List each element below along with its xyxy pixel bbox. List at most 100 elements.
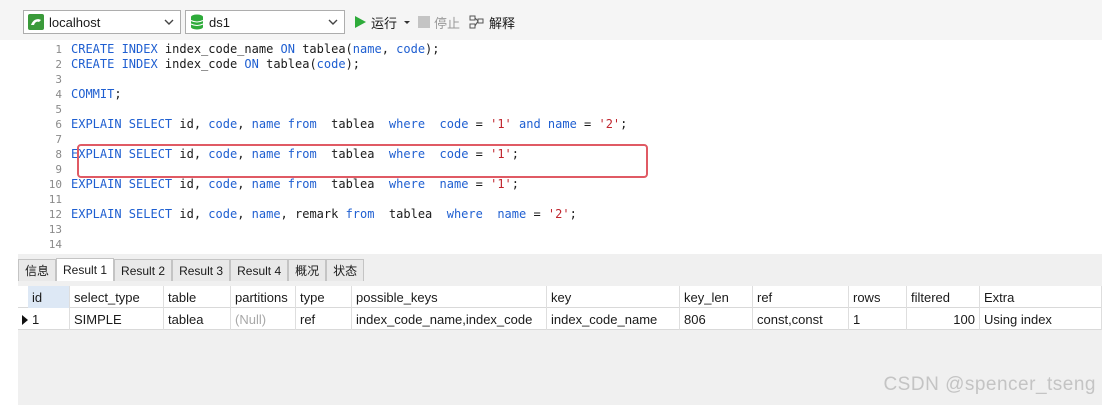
column-header[interactable]: select_type xyxy=(70,286,164,308)
line-number: 9 xyxy=(55,163,62,176)
explain-label: 解释 xyxy=(489,15,516,31)
line-number: 5 xyxy=(55,103,62,116)
table-cell[interactable]: index_code_name xyxy=(547,308,680,330)
sql-token: ); xyxy=(425,42,440,56)
table-cell[interactable]: tablea xyxy=(164,308,231,330)
result-tab[interactable]: Result 2 xyxy=(114,259,173,281)
code-line[interactable]: CREATE INDEX index_code_name ON tablea(n… xyxy=(71,42,440,57)
database-icon xyxy=(190,14,204,30)
sql-keyword: name xyxy=(251,177,288,191)
column-header[interactable]: possible_keys xyxy=(352,286,547,308)
table-cell[interactable]: Using index xyxy=(980,308,1102,330)
table-cell[interactable]: index_code_name,index_code xyxy=(352,308,547,330)
table-cell[interactable]: 1 xyxy=(849,308,907,330)
connection-icon xyxy=(28,14,44,30)
sql-keyword: code xyxy=(208,117,238,131)
run-button[interactable]: 运行 xyxy=(353,10,416,34)
sql-token: = xyxy=(475,177,491,191)
code-line[interactable]: EXPLAIN SELECT id, code, name, remark fr… xyxy=(71,207,577,222)
sql-keyword: COMMIT xyxy=(71,87,115,101)
table-cell[interactable]: (Null) xyxy=(231,308,296,330)
sql-keyword: ON xyxy=(244,57,267,71)
column-header[interactable]: id xyxy=(28,286,70,308)
column-header[interactable]: rows xyxy=(849,286,907,308)
table-cell[interactable]: const,const xyxy=(753,308,849,330)
sql-token: ; xyxy=(569,207,577,221)
sql-token: index_code xyxy=(164,57,245,71)
table-cell[interactable]: ref xyxy=(296,308,352,330)
result-tab[interactable]: Result 4 xyxy=(230,259,289,281)
caret-down-icon[interactable] xyxy=(402,17,412,27)
sql-keyword: name xyxy=(497,207,534,221)
sql-keyword: CREATE INDEX xyxy=(71,42,165,56)
watermark: CSDN @spencer_tseng xyxy=(883,374,1096,395)
line-number-gutter: 1 2 3 4 5 6 7 8 9 10 11 12 13 14 xyxy=(18,40,62,254)
sql-editor[interactable]: 1 2 3 4 5 6 7 8 9 10 11 12 13 14 CREATE INDEX index_c… xyxy=(18,40,1102,254)
sql-keyword: name xyxy=(352,42,382,56)
line-number: 4 xyxy=(55,88,62,101)
sql-token: ; xyxy=(114,87,122,101)
sql-string: '2' xyxy=(547,207,570,221)
sql-keyword: name xyxy=(251,207,281,221)
stop-button[interactable]: 停止 xyxy=(418,10,460,34)
line-number: 10 xyxy=(48,178,62,191)
run-label: 运行 xyxy=(371,15,398,31)
result-tab[interactable]: Result 3 xyxy=(172,259,231,281)
explain-button[interactable]: 解释 xyxy=(469,10,515,34)
sql-token: tablea xyxy=(323,117,389,131)
sql-keyword: where xyxy=(388,117,433,131)
column-header[interactable]: Extra xyxy=(980,286,1102,308)
sql-keyword: code xyxy=(316,57,346,71)
result-tab[interactable]: 信息 xyxy=(18,259,57,281)
sql-token: ); xyxy=(345,57,361,71)
column-header[interactable]: key_len xyxy=(680,286,753,308)
stop-icon xyxy=(418,16,430,28)
database-name: ds1 xyxy=(209,14,230,30)
sql-token: ; xyxy=(511,177,520,191)
code-line[interactable]: COMMIT; xyxy=(71,87,122,102)
sql-keyword: EXPLAIN SELECT xyxy=(71,117,180,131)
database-select[interactable]: ds1 xyxy=(185,10,345,34)
code-line[interactable]: EXPLAIN SELECT id, code, name from table… xyxy=(71,117,627,132)
column-header[interactable]: type xyxy=(296,286,352,308)
table-cell[interactable]: 100 xyxy=(907,308,980,330)
connection-select[interactable]: localhost xyxy=(23,10,181,34)
sql-keyword: name xyxy=(547,117,585,131)
column-header[interactable]: table xyxy=(164,286,231,308)
result-tab[interactable]: 概况 xyxy=(288,259,327,281)
code-line[interactable]: CREATE INDEX index_code ON tablea(code); xyxy=(71,57,360,72)
chevron-down-icon xyxy=(164,19,174,25)
table-row[interactable]: 1 SIMPLE tablea (Null) ref index_code_name,in… xyxy=(18,308,1102,330)
current-row-marker-icon xyxy=(22,315,28,325)
sql-token: id, xyxy=(179,207,209,221)
sql-keyword: code xyxy=(396,42,426,56)
sql-token: , xyxy=(237,207,252,221)
column-header[interactable]: filtered xyxy=(907,286,980,308)
sql-token: = xyxy=(584,117,599,131)
line-number: 2 xyxy=(55,58,62,71)
result-tab[interactable]: 状态 xyxy=(326,259,365,281)
chevron-down-icon xyxy=(328,19,338,25)
table-cell[interactable]: SIMPLE xyxy=(70,308,164,330)
sql-token: id, xyxy=(179,177,209,191)
sql-keyword: CREATE INDEX xyxy=(71,57,165,71)
sql-token: tablea xyxy=(381,207,447,221)
result-tab[interactable]: Result 1 xyxy=(56,258,115,281)
column-header[interactable]: partitions xyxy=(231,286,296,308)
sql-token: tablea( xyxy=(266,57,317,71)
column-header[interactable]: key xyxy=(547,286,680,308)
code-line[interactable]: EXPLAIN SELECT id, code, name from table… xyxy=(71,177,519,192)
table-header-row: id select_type table partitions type possible… xyxy=(18,286,1102,308)
line-number: 11 xyxy=(48,193,62,206)
line-number: 3 xyxy=(55,73,62,86)
line-number: 1 xyxy=(55,43,62,56)
sql-token: tablea( xyxy=(302,42,353,56)
sql-keyword: from xyxy=(287,177,324,191)
table-cell[interactable]: 806 xyxy=(680,308,753,330)
stop-label: 停止 xyxy=(434,15,461,31)
column-header[interactable]: ref xyxy=(753,286,849,308)
table-cell[interactable]: 1 xyxy=(28,308,70,330)
sql-keyword: where xyxy=(446,207,491,221)
result-tabs: 信息 Result 1 Result 2 Result 3 Result 4 概况 状态 xyxy=(18,258,365,281)
